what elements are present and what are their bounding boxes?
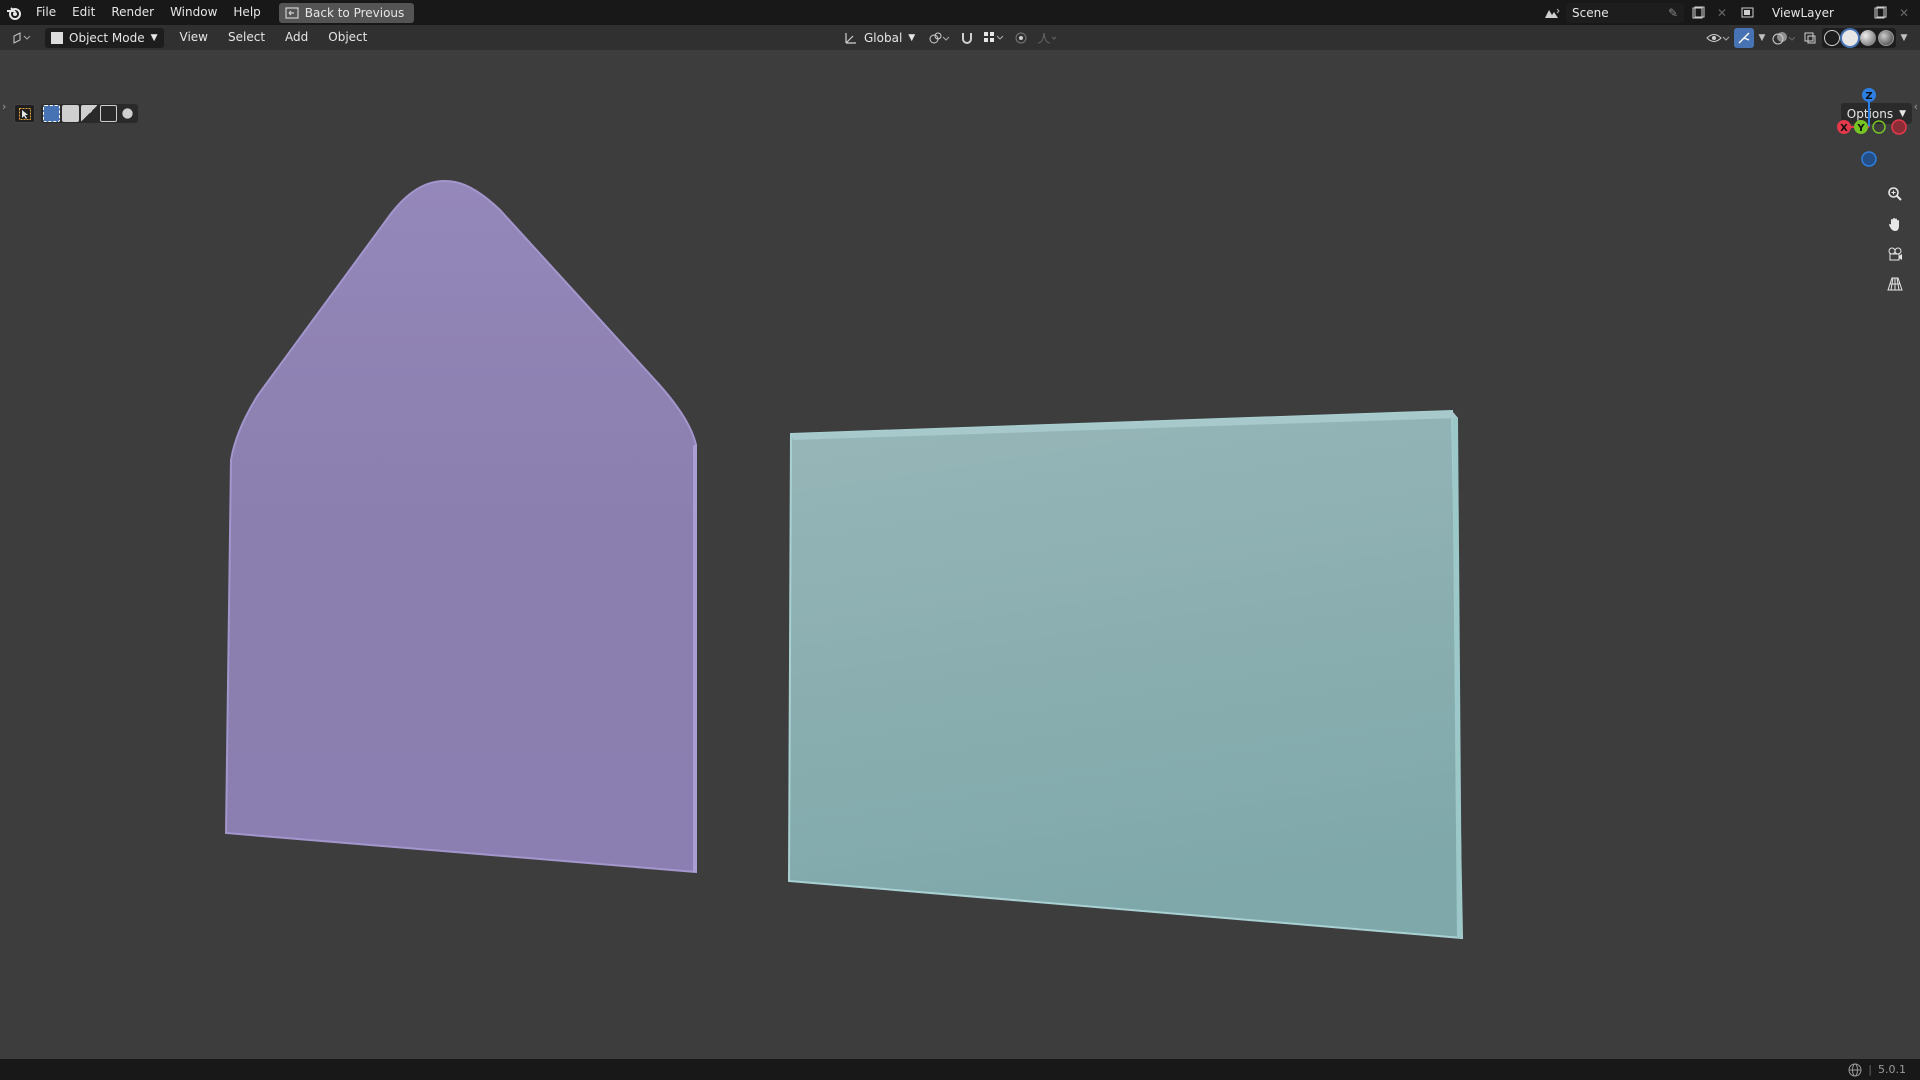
chevron-down-icon: ▼ [908, 32, 916, 43]
overlays-toggle-icon[interactable] [1770, 28, 1798, 48]
object-mode-label: Object Mode [69, 30, 145, 45]
back-screen-icon [285, 6, 299, 19]
envelope-edge [693, 444, 697, 872]
material-preview-icon[interactable] [1860, 29, 1876, 46]
tool-settings-row [14, 104, 138, 123]
scene-selector-icon[interactable] [1542, 3, 1562, 23]
pin-icon[interactable]: ✎ [1668, 6, 1678, 20]
top-bar: File Edit Render Window Help Back to Pre… [0, 0, 1920, 25]
version-label: 5.0.1 [1878, 1063, 1906, 1076]
menu-object[interactable]: Object [318, 25, 377, 50]
chevron-down-icon: ▼ [150, 32, 158, 43]
gizmo-neg-x-axis[interactable] [1891, 119, 1907, 135]
pan-hand-icon[interactable] [1881, 210, 1909, 238]
remove-view-layer-icon[interactable]: ✕ [1894, 3, 1914, 23]
snap-target-icon[interactable] [981, 28, 1007, 48]
rectangle-plane[interactable] [787, 409, 1464, 940]
snap-toggle-icon[interactable] [957, 28, 977, 48]
transform-tools: Global ▼ [838, 27, 1061, 48]
select-subtract-icon[interactable] [81, 105, 98, 122]
gizmo-neg-y-axis[interactable] [1872, 120, 1886, 134]
menu-render[interactable]: Render [103, 0, 162, 25]
transform-orientation-dropdown[interactable]: Global ▼ [838, 28, 921, 48]
viewport-display-tools: ▼ ▼ [1704, 27, 1910, 48]
menu-window[interactable]: Window [162, 0, 225, 25]
back-to-previous-button[interactable]: Back to Previous [278, 2, 415, 23]
chevron-down-icon[interactable]: ▼ [1898, 28, 1910, 48]
envelope-flap-plane[interactable] [224, 180, 697, 874]
view-layer-name: ViewLayer [1772, 5, 1834, 20]
menu-add[interactable]: Add [275, 25, 318, 50]
proportional-editing-icon[interactable] [1011, 28, 1031, 48]
select-tool-icon[interactable] [14, 104, 35, 123]
view-layer-field[interactable]: ViewLayer [1766, 2, 1866, 23]
scene-name-field[interactable]: Scene ✎ [1566, 2, 1684, 23]
select-intersect-icon[interactable] [119, 105, 136, 122]
menu-edit[interactable]: Edit [64, 0, 103, 25]
menu-file[interactable]: File [28, 0, 64, 25]
new-view-layer-icon[interactable] [1870, 3, 1890, 23]
remove-scene-icon[interactable]: ✕ [1712, 3, 1732, 23]
gizmo-toggle-icon[interactable] [1734, 27, 1754, 48]
status-bar: | 5.0.1 [0, 1059, 1920, 1080]
editor-type-icon[interactable] [12, 28, 32, 48]
select-extend-icon[interactable] [62, 105, 79, 122]
view-layer-selector-icon[interactable] [1736, 3, 1762, 23]
gizmo-x-label: X [1840, 123, 1848, 134]
falloff-curve-icon[interactable] [1035, 28, 1061, 48]
3d-viewport[interactable]: Options ▼ › ‹ Z X Y [0, 50, 1920, 1058]
chevron-down-icon[interactable]: ▼ [1756, 28, 1768, 48]
scene-render [224, 180, 1464, 940]
transform-orientation-label: Global [864, 30, 903, 45]
object-mode-dropdown[interactable]: Object Mode ▼ [45, 27, 164, 48]
gizmo-z-label: Z [1865, 91, 1872, 102]
left-panel-toggle-icon[interactable]: › [2, 100, 6, 113]
gizmo-y-label: Y [1856, 123, 1865, 134]
blender-logo-icon[interactable] [0, 0, 28, 25]
select-new-icon[interactable] [43, 105, 60, 122]
scene-name: Scene [1572, 5, 1609, 20]
menu-help[interactable]: Help [225, 0, 268, 25]
selection-mode-group [41, 104, 138, 123]
camera-view-icon[interactable] [1881, 240, 1909, 268]
solid-shading-icon[interactable] [1842, 29, 1858, 46]
orientation-axes-icon [845, 32, 856, 44]
select-invert-icon[interactable] [100, 105, 117, 122]
globe-icon[interactable] [1848, 1063, 1862, 1077]
zoom-magnifier-icon[interactable] [1881, 180, 1909, 208]
object-mode-icon [51, 31, 63, 44]
rendered-shading-icon[interactable] [1878, 29, 1894, 46]
gizmo-neg-z-axis[interactable] [1861, 151, 1877, 167]
shading-mode-switcher [1822, 27, 1896, 48]
visibility-eye-icon[interactable] [1704, 28, 1732, 48]
menu-select[interactable]: Select [218, 25, 275, 50]
navigation-gizmo[interactable]: Z X Y [1826, 82, 1920, 172]
wireframe-shading-icon[interactable] [1824, 29, 1840, 46]
back-button-label: Back to Previous [304, 5, 405, 20]
menu-view[interactable]: View [170, 25, 218, 50]
new-scene-icon[interactable] [1688, 3, 1708, 23]
pivot-point-icon[interactable] [925, 28, 953, 48]
status-separator: | [1868, 1063, 1872, 1076]
xray-toggle-icon[interactable] [1800, 28, 1820, 48]
perspective-grid-icon[interactable] [1881, 270, 1909, 298]
